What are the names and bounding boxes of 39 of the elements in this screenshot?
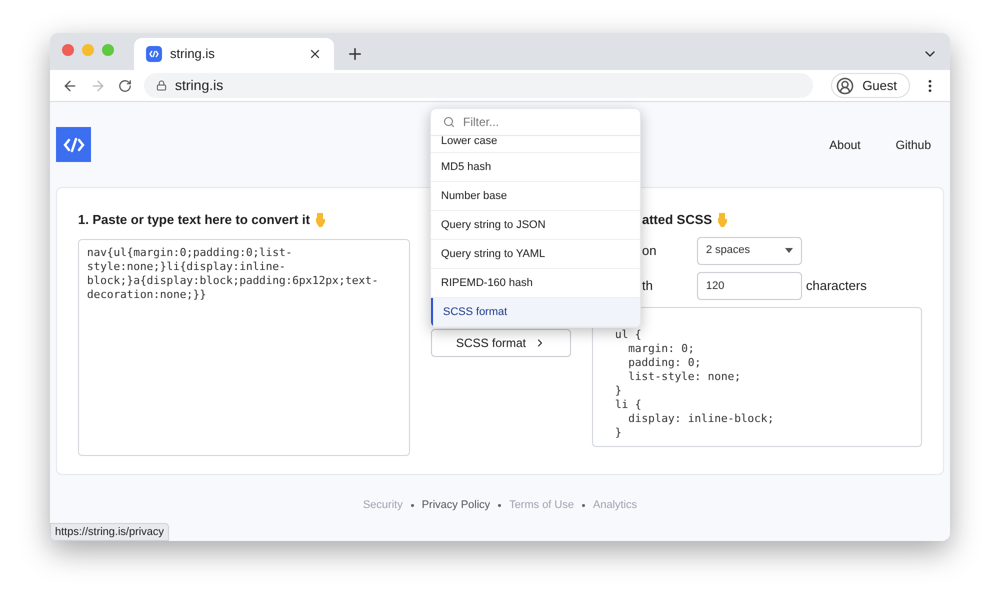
- close-window-icon[interactable]: [62, 44, 74, 56]
- lock-icon: [156, 80, 167, 91]
- convert-button[interactable]: SCSS format: [431, 329, 571, 357]
- dropdown-option[interactable]: SCSS format: [431, 298, 640, 327]
- width-input[interactable]: 120: [697, 272, 802, 300]
- status-url-tooltip: https://string.is/privacy: [50, 523, 169, 541]
- indent-label: on: [641, 242, 658, 260]
- dropdown-option[interactable]: Query string to JSON: [431, 211, 640, 240]
- nav-link[interactable]: About: [829, 136, 861, 154]
- search-icon: [443, 116, 455, 128]
- caret-icon: [785, 248, 793, 253]
- site-logo[interactable]: [56, 127, 91, 162]
- input-heading: 1. Paste or type text here to convert it: [78, 211, 310, 229]
- new-tab-icon[interactable]: [346, 45, 364, 63]
- width-label: th: [641, 276, 654, 295]
- output-textarea[interactable]: ul { margin: 0; padding: 0; list-style: none; } li { display: inline-block; }: [592, 306, 922, 446]
- dropdown-option[interactable]: Number base: [431, 182, 640, 211]
- dropdown-option[interactable]: Query string to YAML: [431, 240, 640, 269]
- indent-select[interactable]: 2 spaces: [697, 236, 802, 264]
- dropdown-option[interactable]: MD5 hash: [431, 153, 640, 182]
- dropdown-option[interactable]: Lower case: [431, 136, 640, 153]
- code-logo-icon: [146, 46, 162, 62]
- pointing-down-hand-icon: [716, 212, 728, 227]
- avatar-icon: [836, 76, 854, 94]
- back-icon[interactable]: [62, 78, 78, 94]
- nav-link[interactable]: Github: [896, 136, 931, 154]
- pointing-down-hand-icon: [314, 212, 326, 227]
- close-icon[interactable]: [308, 47, 322, 61]
- address-text: string.is: [175, 76, 224, 95]
- footer-link[interactable]: Privacy Policy: [422, 497, 490, 514]
- tab-title: string.is: [170, 45, 216, 64]
- address-bar[interactable]: string.is: [144, 73, 814, 98]
- filter-field[interactable]: Filter...: [463, 113, 628, 131]
- width-unit: characters: [806, 276, 867, 295]
- browser-tab[interactable]: string.is: [134, 38, 334, 70]
- reload-icon[interactable]: [118, 78, 132, 92]
- profile-button[interactable]: Guest: [831, 73, 910, 98]
- output-heading: atted SCSS: [642, 211, 712, 229]
- input-textarea[interactable]: nav{ul{margin:0;padding:0;list-style:none;}li{display:inline-block;}a{display:block;padding:6px12px;text-decoration:none;}}: [78, 238, 410, 456]
